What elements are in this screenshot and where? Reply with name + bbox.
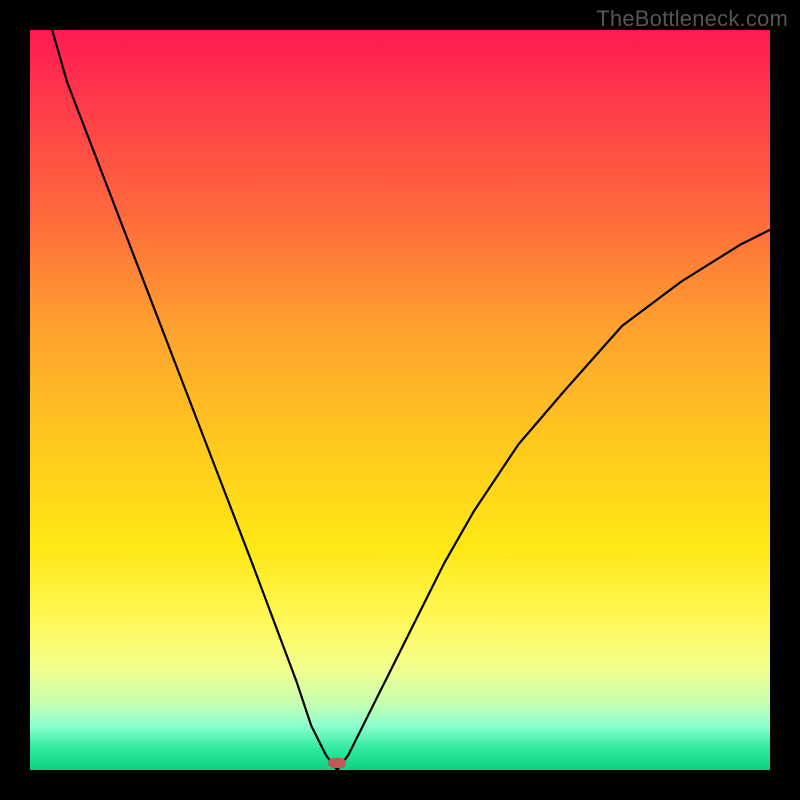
chart-frame: TheBottleneck.com [0, 0, 800, 800]
plot-area [30, 30, 770, 770]
optimal-marker-icon [328, 758, 346, 768]
watermark-text: TheBottleneck.com [596, 6, 788, 32]
bottleneck-curve [30, 30, 770, 770]
